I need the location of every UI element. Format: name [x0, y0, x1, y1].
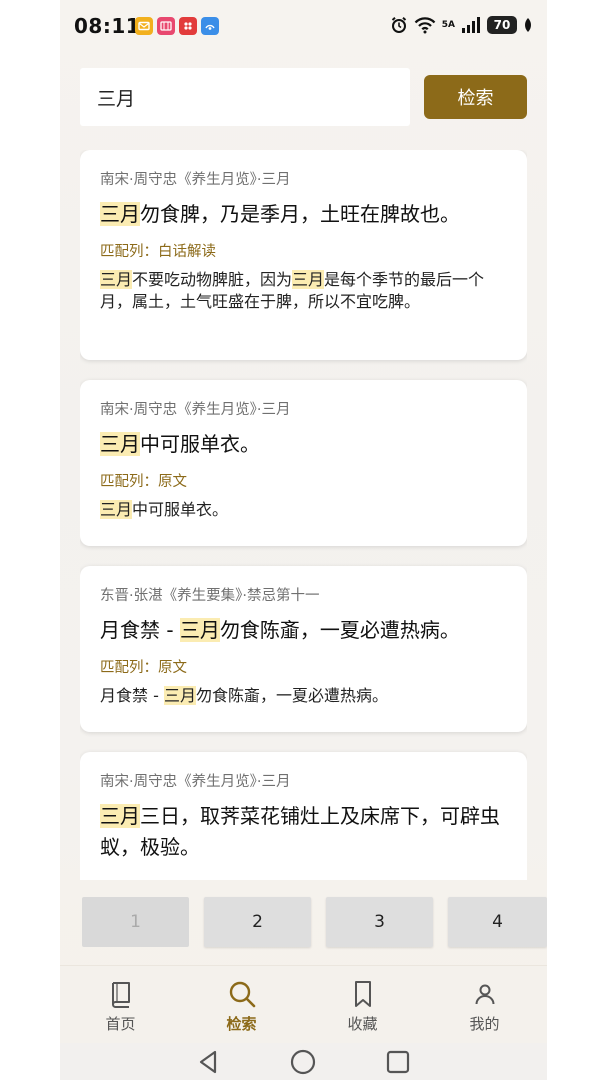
- keyword-highlight: 三月: [163, 686, 196, 705]
- nav-item-favorites[interactable]: 收藏: [302, 966, 423, 1044]
- text-segment: 三日，取荠菜花铺灶上及床席下，可辟虫蚁，极验。: [100, 804, 500, 859]
- result-source: 南宋·周守忠《养生月览》·三月: [100, 172, 291, 188]
- match-text: 月食禁 - 三月勿食陈齑，一夏必遭热病。: [100, 685, 507, 707]
- result-title: 三月勿食脾，乃是季月，土旺在脾故也。: [100, 199, 507, 230]
- result-source: 南宋·周守忠《养生月览》·三月: [100, 774, 291, 790]
- wifi-assist-app-icon: [201, 17, 219, 35]
- person-icon: [475, 984, 494, 1005]
- home-button[interactable]: [288, 1048, 318, 1076]
- notification-icons: [135, 17, 219, 35]
- match-column-label: 匹配列：原文: [100, 474, 187, 490]
- keyword-highlight: 三月: [100, 804, 140, 828]
- text-segment: 勿食陈齑，一夏必遭热病。: [195, 686, 388, 705]
- result-card[interactable]: 东晋·张湛《养生要集》·禁忌第十一 月食禁 - 三月勿食陈齑，一夏必遭热病。 匹…: [80, 566, 527, 732]
- status-time: 08:11: [74, 14, 141, 38]
- match-text: 三月不要吃动物脾脏，因为三月是每个季节的最后一个月，属土，土气旺盛在于脾，所以不…: [100, 269, 507, 313]
- nav-item-profile[interactable]: 我的: [424, 966, 545, 1044]
- recents-button[interactable]: [383, 1048, 413, 1076]
- bottom-nav: 首页 检索 收藏 我的: [60, 965, 547, 1043]
- result-title: 三月三日，取荠菜花铺灶上及床席下，可辟虫蚁，极验。: [100, 801, 507, 863]
- keyword-highlight: 三月: [179, 618, 220, 642]
- network-type-label: 5A: [441, 19, 455, 30]
- result-card[interactable]: 南宋·周守忠《养生月览》·三月 三月勿食脾，乃是季月，土旺在脾故也。 匹配列：白…: [80, 150, 527, 360]
- result-card[interactable]: 南宋·周守忠《养生月览》·三月 三月中可服单衣。 匹配列：原文 三月中可服单衣。: [80, 380, 527, 546]
- search-input[interactable]: [80, 68, 410, 126]
- text-segment: 勿食陈齑，一夏必遭热病。: [219, 618, 460, 642]
- nav-label-favorites: 收藏: [347, 1015, 378, 1033]
- system-nav-bar: [60, 1043, 547, 1080]
- text-segment: 月食禁 -: [100, 686, 164, 705]
- text-segment: 勿食脾，乃是季月，土旺在脾故也。: [140, 202, 460, 226]
- result-card[interactable]: 南宋·周守忠《养生月览》·三月 三月三日，取荠菜花铺灶上及床席下，可辟虫蚁，极验…: [80, 752, 527, 880]
- results-list: 南宋·周守忠《养生月览》·三月 三月勿食脾，乃是季月，土旺在脾故也。 匹配列：白…: [80, 150, 527, 880]
- match-column-label: 匹配列：原文: [100, 660, 187, 676]
- nav-label-search: 检索: [226, 1015, 257, 1033]
- pagination: 1 2 3 4: [82, 897, 547, 949]
- message-app-icon: [135, 17, 153, 35]
- wifi-icon: [414, 17, 436, 34]
- signal-icon: [462, 17, 480, 33]
- text-segment: 中可服单衣。: [140, 432, 260, 456]
- page-button-2[interactable]: 2: [204, 897, 311, 947]
- book-icon: [111, 982, 130, 1008]
- system-icons: 5A 70: [390, 16, 533, 34]
- recents-square-icon: [386, 1050, 410, 1074]
- keyword-highlight: 三月: [100, 270, 133, 289]
- status-bar: 08:11 5A 70: [60, 0, 547, 56]
- result-source: 东晋·张湛《养生要集》·禁忌第十一: [100, 588, 320, 604]
- keyword-highlight: 三月: [100, 500, 133, 519]
- calendar-app-icon: [157, 17, 175, 35]
- nav-label-profile: 我的: [469, 1015, 500, 1033]
- page-button-4[interactable]: 4: [448, 897, 547, 947]
- back-button[interactable]: [193, 1048, 223, 1076]
- back-triangle-icon: [199, 1050, 217, 1074]
- keyword-highlight: 三月: [292, 270, 325, 289]
- keyword-highlight: 三月: [100, 202, 140, 226]
- page-button-3[interactable]: 3: [326, 897, 433, 947]
- nav-item-search[interactable]: 检索: [181, 966, 302, 1044]
- eco-leaf-icon: [525, 18, 531, 32]
- text-segment: 月食禁 -: [100, 618, 180, 642]
- home-circle-icon: [290, 1049, 316, 1075]
- page-button-1[interactable]: 1: [82, 897, 189, 947]
- nav-item-home[interactable]: 首页: [60, 966, 181, 1044]
- bookmark-icon: [354, 981, 371, 1007]
- search-button[interactable]: 检索: [424, 75, 527, 119]
- nav-label-home: 首页: [105, 1015, 136, 1033]
- keyword-highlight: 三月: [100, 432, 140, 456]
- text-segment: 中可服单衣。: [132, 500, 229, 519]
- match-column-label: 匹配列：白话解读: [100, 244, 216, 260]
- app-screen: 08:11 5A 70 检索 南宋·: [60, 0, 547, 1080]
- result-source: 南宋·周守忠《养生月览》·三月: [100, 402, 291, 418]
- search-icon: [229, 981, 255, 1008]
- result-title: 月食禁 - 三月勿食陈齑，一夏必遭热病。: [100, 615, 507, 646]
- shopping-app-icon: [179, 17, 197, 35]
- match-text: 三月中可服单衣。: [100, 499, 507, 521]
- text-segment: 不要吃动物脾脏，因为: [132, 270, 293, 289]
- battery-indicator: 70: [487, 16, 517, 34]
- result-title: 三月中可服单衣。: [100, 429, 507, 460]
- alarm-icon: [391, 17, 406, 33]
